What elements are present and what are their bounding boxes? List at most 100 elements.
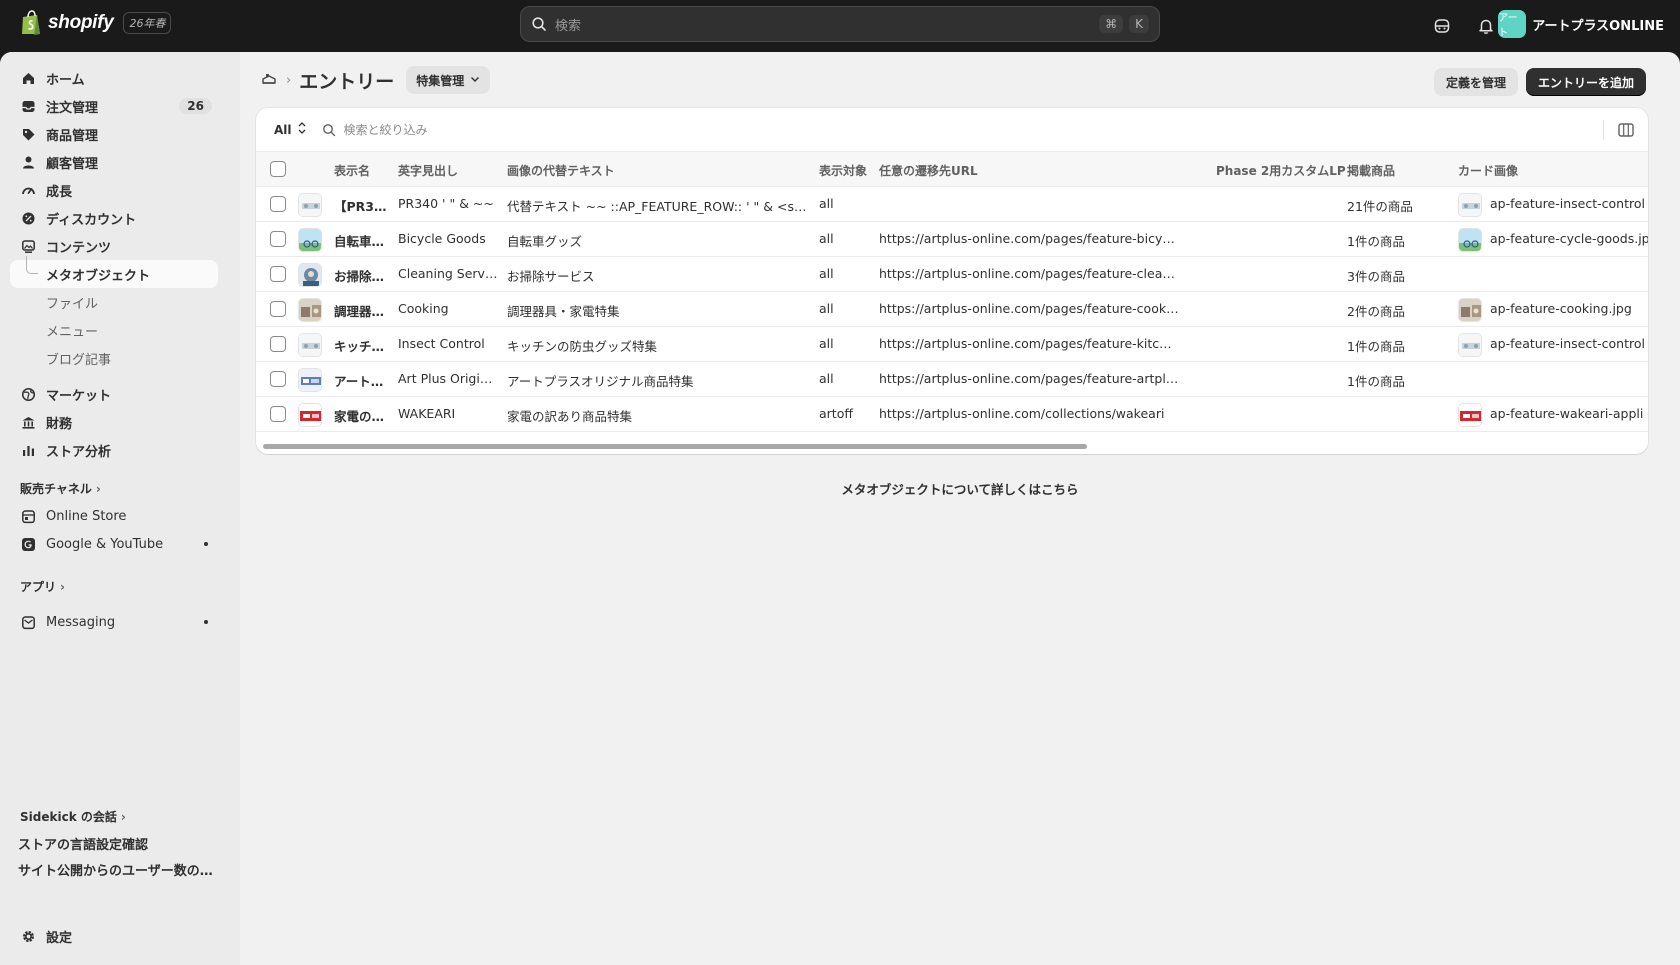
table-row[interactable]: アート… Art Plus Original アートプラスオリジナル商品特集 all h…: [256, 362, 1648, 397]
cell-products[interactable]: 21件の商品: [1347, 196, 1447, 215]
table-row[interactable]: 家電の… WAKEARI 家電の訳あり商品特集 artoff https://artpl…: [256, 397, 1648, 432]
sidebar-item-google-youtube[interactable]: Google & YouTube: [10, 530, 218, 558]
shopify-logo[interactable]: shopify 26年春: [20, 10, 172, 36]
tag-icon: [20, 126, 36, 142]
sidekick-conversation[interactable]: サイト公開からのユーザー数の…: [18, 860, 213, 879]
cell-target: all: [819, 196, 834, 211]
sidebar-item-label: Online Store: [46, 508, 127, 524]
globe-icon: [20, 386, 36, 402]
cell-products[interactable]: 3件の商品: [1347, 266, 1447, 285]
breadcrumb-separator: ›: [286, 72, 292, 88]
cell-products[interactable]: 2件の商品: [1347, 301, 1447, 320]
sidebar-item-analytics[interactable]: ストア分析: [10, 436, 218, 464]
metaobject-icon[interactable]: [260, 71, 278, 89]
sidebar-item-orders[interactable]: 注文管理 26: [10, 92, 218, 120]
cell-target: all: [819, 336, 834, 351]
column-header[interactable]: カード画像: [1458, 162, 1518, 179]
sidebar-item-markets[interactable]: マーケット: [10, 380, 218, 408]
learn-more-link[interactable]: メタオブジェクトについて詳しくはこちら: [240, 479, 1680, 498]
page-title: エントリー: [299, 70, 395, 93]
cell-target: artoff: [819, 406, 853, 421]
sidebar-item-customers[interactable]: 顧客管理: [10, 148, 218, 176]
cell-card-image: ap-feature-cooking.jpg: [1490, 301, 1632, 316]
cell-display-name: お掃除…: [334, 269, 385, 284]
store-icon: [20, 508, 36, 524]
sidebar-item-blog-posts[interactable]: ブログ記事: [10, 344, 218, 372]
sales-channels-header[interactable]: 販売チャネル ›: [20, 480, 101, 497]
sidebar-item-menus[interactable]: メニュー: [10, 316, 218, 344]
table-header: 表示名 英字見出し 画像の代替テキスト 表示対象 任意の遷移先URL Phase…: [256, 152, 1648, 187]
cell-card-image: ap-feature-wakeari-appli: [1490, 406, 1644, 421]
table-row[interactable]: キッチ… Insect Control キッチンの防虫グッズ特集 all https:/…: [256, 327, 1648, 362]
cell-target: all: [819, 266, 834, 281]
search-placeholder: 検索: [555, 18, 582, 34]
sidebar-item-home[interactable]: ホーム: [10, 64, 218, 92]
sidebar-item-files[interactable]: ファイル: [10, 288, 218, 316]
select-all-checkbox[interactable]: [270, 161, 286, 177]
sidebar-item-products[interactable]: 商品管理: [10, 120, 218, 148]
table-row[interactable]: 自転車… Bicycle Goods 自転車グッズ all https://artplu…: [256, 222, 1648, 257]
sidebar-item-finance[interactable]: 財務: [10, 408, 218, 436]
section-label: 販売チャネル: [20, 482, 92, 496]
apps-header[interactable]: アプリ ›: [20, 578, 65, 595]
row-checkbox[interactable]: [270, 231, 286, 247]
table-row[interactable]: 【PR3… PR340 ' " & ~~ 代替テキスト ~~ ::AP_FEATUR…: [256, 187, 1648, 222]
sidekick-header[interactable]: Sidekick の会話 ›: [20, 808, 126, 825]
sidebar-item-messaging[interactable]: Messaging: [10, 608, 218, 636]
home-icon: [20, 70, 36, 86]
row-checkbox[interactable]: [270, 336, 286, 352]
manage-definition-button[interactable]: 定義を管理: [1433, 68, 1518, 96]
sidebar-item-online-store[interactable]: Online Store: [10, 502, 218, 530]
cell-target: all: [819, 231, 834, 246]
row-checkbox[interactable]: [270, 301, 286, 317]
row-checkbox[interactable]: [270, 406, 286, 422]
sidebar-item-settings[interactable]: 設定: [10, 922, 218, 950]
sidebar-item-label: ホーム: [46, 72, 85, 88]
sidebar-item-metaobjects[interactable]: メタオブジェクト: [10, 256, 218, 288]
cell-url: https://artplus-online.com/pages/feature…: [879, 266, 1179, 281]
filter-search-input[interactable]: 検索と絞り込み: [322, 121, 428, 138]
chevron-right-icon: ›: [60, 579, 65, 594]
entry-thumbnail: [298, 298, 322, 322]
add-entry-button[interactable]: エントリーを追加: [1525, 68, 1646, 96]
sidebar-item-growth[interactable]: 成長: [10, 176, 218, 204]
sidebar-item-label: メタオブジェクト: [46, 268, 151, 284]
entries-table-card: All 検索と絞り込み 表示名 英字見出し 画像の代替テキスト 表示対象 任意の…: [256, 108, 1648, 454]
sidekick-button[interactable]: [1428, 12, 1456, 40]
notifications-button[interactable]: [1472, 12, 1500, 40]
admin-frame: ホーム 注文管理 26 商品管理 顧客管理 成長 ディスカウント コンテンツ メ…: [0, 52, 1680, 965]
chevron-down-icon: [470, 73, 480, 87]
column-header[interactable]: 任意の遷移先URL: [879, 162, 978, 179]
row-checkbox[interactable]: [270, 196, 286, 212]
cell-products[interactable]: 1件の商品: [1347, 231, 1447, 250]
table-row[interactable]: 調理器… Cooking 調理器具・家電特集 all https://artplus-o…: [256, 292, 1648, 327]
column-header[interactable]: 掲載商品: [1347, 162, 1395, 179]
store-switcher[interactable]: アート アートプラスONLINE: [1498, 10, 1664, 39]
cell-heading: Art Plus Original: [398, 371, 498, 386]
sidekick-conversation[interactable]: ストアの言語設定確認: [18, 834, 148, 853]
column-header[interactable]: 表示名: [334, 162, 370, 179]
global-search[interactable]: 検索 ⌘ K: [520, 6, 1160, 42]
column-header[interactable]: 英字見出し: [398, 162, 458, 179]
logo-wordmark: shopify: [48, 12, 114, 33]
sidebar-item-discounts[interactable]: ディスカウント: [10, 204, 218, 232]
cell-products[interactable]: 1件の商品: [1347, 371, 1447, 390]
row-checkbox[interactable]: [270, 371, 286, 387]
column-header[interactable]: 画像の代替テキスト: [507, 162, 615, 179]
sidebar-item-label: ストア分析: [46, 444, 112, 460]
store-avatar: アート: [1498, 10, 1527, 39]
person-icon: [20, 154, 36, 170]
horizontal-scrollbar[interactable]: [263, 444, 1087, 449]
cell-products[interactable]: 1件の商品: [1347, 336, 1447, 355]
columns-icon[interactable]: [1616, 120, 1636, 140]
column-header[interactable]: Phase 2用カスタムLP: [1216, 162, 1346, 179]
table-row[interactable]: お掃除… Cleaning Service お掃除サービス all https://ar…: [256, 257, 1648, 292]
view-select[interactable]: All: [274, 122, 306, 137]
column-header[interactable]: 表示対象: [819, 162, 867, 179]
definition-type-selector[interactable]: 特集管理: [406, 66, 491, 94]
entry-thumbnail: [298, 263, 322, 287]
cell-alt-text: アートプラスオリジナル商品特集: [507, 374, 694, 389]
sidebar-item-content[interactable]: コンテンツ: [10, 232, 218, 260]
row-checkbox[interactable]: [270, 266, 286, 282]
entry-thumbnail: [298, 333, 322, 357]
